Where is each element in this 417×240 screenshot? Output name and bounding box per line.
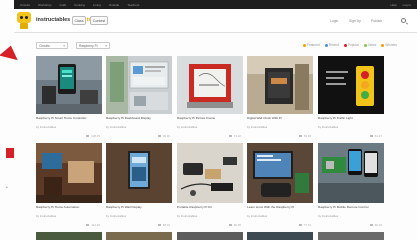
project-title[interactable]: Learn Linux With the Raspberry Pi [247, 205, 311, 209]
sysbar-item[interactable]: Living [93, 3, 101, 7]
project-author[interactable]: by Instructables [106, 214, 170, 218]
project-thumbnail[interactable] [247, 56, 313, 114]
robot-eye [25, 16, 28, 19]
sort-popular[interactable]: Popular [343, 43, 359, 47]
project-thumbnail[interactable] [36, 143, 102, 203]
sysbar-login-link[interactable]: Log In [403, 3, 411, 7]
project-thumbnail[interactable] [36, 56, 102, 114]
browser-page: Circuits Workshop Craft Cooking Living O… [0, 0, 417, 240]
popular-dot-icon [343, 43, 347, 47]
filter-bar: Circuits Raspberry Pi Featured Recent Po… [36, 42, 417, 52]
project-title[interactable]: Raspberry Pi Picture Frame [177, 116, 241, 120]
views-icon [298, 224, 302, 226]
project-author[interactable]: by Instructables [177, 214, 241, 218]
project-thumbnail[interactable] [36, 232, 102, 240]
project-stats: 74 22 [177, 134, 241, 138]
logo-main: instructables [36, 17, 71, 23]
views-icon [369, 135, 373, 137]
project-thumbnail[interactable] [318, 143, 384, 203]
robot-logo-icon[interactable] [16, 12, 32, 29]
project-author[interactable]: by Instructables [247, 125, 311, 129]
views-icon [157, 135, 161, 137]
class-button[interactable]: Class [72, 16, 86, 25]
project-thumbnail[interactable] [177, 232, 243, 240]
views-icon [298, 135, 302, 137]
winners-dot-icon [381, 43, 385, 47]
red-block-decoration [6, 148, 14, 158]
sort-views[interactable]: Views [363, 43, 376, 47]
project-author[interactable]: by Instructables [318, 214, 382, 218]
robot-body [20, 23, 28, 29]
views-icon [369, 224, 373, 226]
sysbar-item[interactable]: Circuits [20, 3, 30, 7]
project-thumbnail[interactable] [177, 143, 243, 203]
project-author[interactable]: by Instructables [247, 214, 311, 218]
project-thumbnail[interactable] [106, 56, 172, 114]
sysbar-item[interactable]: Craft [59, 3, 66, 7]
top-category-bar: Circuits Workshop Craft Cooking Living O… [14, 0, 417, 9]
sysbar-item[interactable]: Teachers [127, 3, 139, 7]
red-arrow-decoration [0, 45, 18, 67]
project-stats: 96 30 [106, 134, 170, 138]
project-stats: 63 18 [247, 134, 311, 138]
views-icon [228, 224, 232, 226]
project-stats: 90 35 [177, 223, 241, 227]
project-author[interactable]: by Instructables [318, 125, 382, 129]
sysbar-item[interactable]: Cooking [74, 3, 85, 7]
project-author[interactable]: by Instructables [36, 125, 100, 129]
project-title[interactable]: Digital Wall Clock With Pi [247, 116, 311, 120]
project-author[interactable]: by Instructables [177, 125, 241, 129]
project-title[interactable]: Raspberry Pi Mobile Remote Control [318, 205, 382, 209]
login-link[interactable]: Login [330, 19, 338, 23]
sysbar-help-link[interactable]: Help [390, 3, 396, 7]
project-stats: 128 45 [36, 134, 100, 138]
project-stats: 58 16 [106, 223, 170, 227]
project-thumbnail[interactable] [106, 232, 172, 240]
robot-eye [20, 16, 23, 19]
project-stats: 81 27 [318, 134, 382, 138]
views-dot-icon [363, 43, 367, 47]
search-icon[interactable] [401, 18, 406, 23]
sort-recent[interactable]: Recent [324, 43, 339, 47]
signup-link[interactable]: Sign Up [349, 19, 361, 23]
project-thumbnail[interactable] [318, 232, 384, 240]
project-title[interactable]: Raspberry Pi Smart Home Controller [36, 116, 100, 120]
sort-options: Featured Recent Popular Views Winners [303, 43, 397, 47]
project-stats: 77 21 [247, 223, 311, 227]
project-stats: 112 40 [36, 223, 100, 227]
views-icon [86, 224, 90, 226]
project-title[interactable]: Portable Raspberry Pi Kit [177, 205, 241, 209]
project-title[interactable]: Raspberry Pi Traffic Light [318, 116, 382, 120]
views-icon [157, 224, 161, 226]
views-icon [86, 135, 90, 137]
project-author[interactable]: by Instructables [36, 214, 100, 218]
publish-link[interactable]: Publish [371, 19, 382, 23]
sort-featured[interactable]: Featured [303, 43, 320, 47]
project-title[interactable]: Raspberry Pi Home Automation [36, 205, 100, 209]
featured-dot-icon [303, 43, 306, 47]
project-stats: 69 19 [318, 223, 382, 227]
bullet-icon: • [6, 185, 8, 191]
category-select[interactable]: Circuits [36, 42, 68, 49]
project-thumbnail[interactable] [106, 143, 172, 203]
contest-button[interactable]: Contest [90, 16, 108, 25]
subcategory-select[interactable]: Raspberry Pi [76, 42, 110, 49]
project-thumbnail[interactable] [177, 56, 243, 114]
project-title[interactable]: Raspberry Pi Wall Display [106, 205, 170, 209]
project-thumbnail[interactable] [247, 232, 313, 240]
project-title[interactable]: Raspberry Pi Dashboard Display [106, 116, 170, 120]
site-header: instructables circuits Class Contest Log… [14, 9, 417, 33]
sysbar-item[interactable]: Outside [109, 3, 119, 7]
recent-dot-icon [324, 43, 328, 47]
sysbar-item[interactable]: Workshop [38, 3, 51, 7]
project-author[interactable]: by Instructables [106, 125, 170, 129]
project-thumbnail[interactable] [247, 143, 313, 203]
project-thumbnail[interactable] [318, 56, 384, 114]
views-icon [228, 135, 232, 137]
sort-winners[interactable]: Winners [381, 43, 397, 47]
